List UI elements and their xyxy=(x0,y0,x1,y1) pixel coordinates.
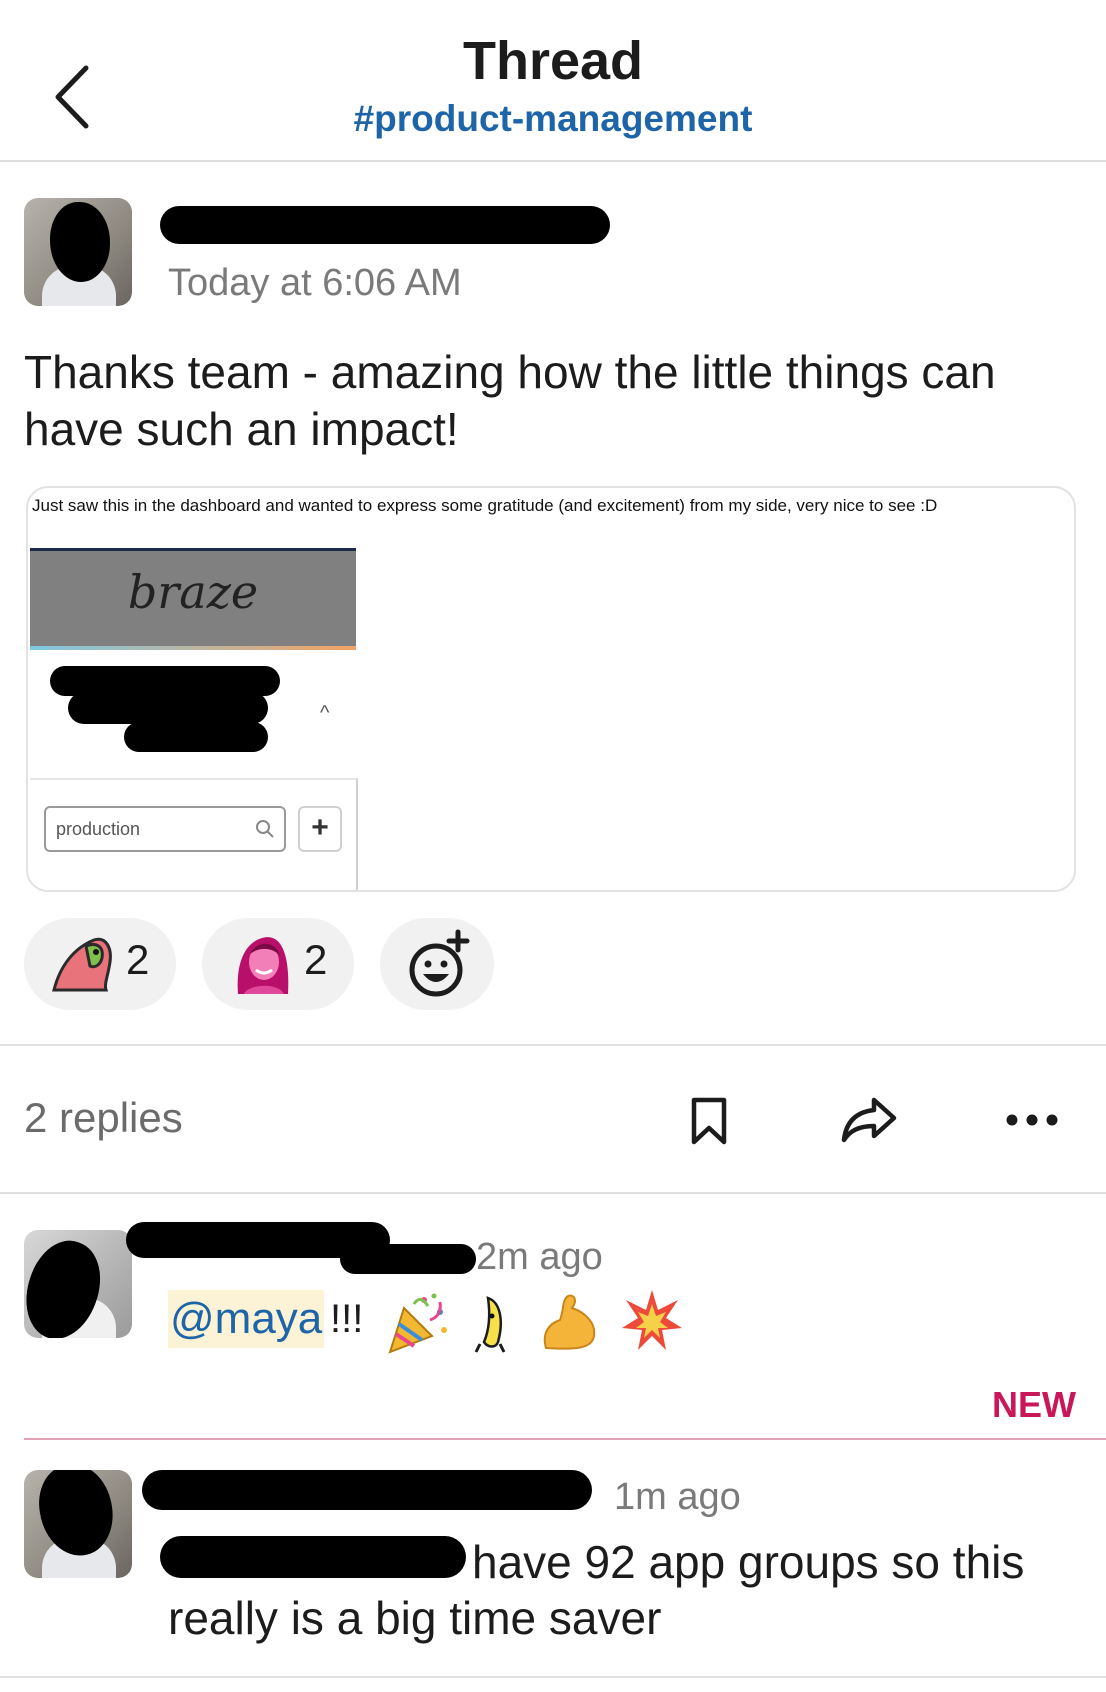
redaction-mark xyxy=(68,692,268,724)
reply-timestamp[interactable]: 1m ago xyxy=(614,1476,741,1519)
new-messages-label: NEW xyxy=(992,1384,1076,1425)
message-text: Thanks team - amazing how the little thi… xyxy=(24,346,996,455)
redacted-author-name xyxy=(142,1470,592,1510)
collision-emoji xyxy=(620,1288,684,1357)
add-button: + xyxy=(298,806,342,852)
chevron-up-icon: ^ xyxy=(320,702,330,724)
braze-logo: braze xyxy=(127,565,259,619)
replies-count: 2 replies xyxy=(24,1094,183,1141)
divider xyxy=(0,1676,1106,1678)
divider xyxy=(0,1044,1106,1046)
avatar[interactable] xyxy=(24,198,132,306)
reaction-person[interactable]: 2 xyxy=(202,918,354,1010)
reaction-parrot[interactable]: 2 xyxy=(24,918,176,1010)
gradient-divider xyxy=(30,646,356,650)
share-icon[interactable] xyxy=(840,1096,898,1149)
search-input: production xyxy=(44,806,286,852)
divider xyxy=(0,1192,1106,1194)
reaction-count: 2 xyxy=(126,936,150,983)
avatar[interactable] xyxy=(24,1230,132,1338)
message-timestamp[interactable]: Today at 6:06 AM xyxy=(168,262,462,305)
more-icon[interactable] xyxy=(1004,1112,1060,1133)
reply-text: !!! xyxy=(330,1297,364,1341)
reply-text-line-1: have 92 app groups so this xyxy=(472,1536,1025,1588)
new-messages-divider xyxy=(24,1438,1106,1440)
person-emoji xyxy=(230,932,294,999)
avatar[interactable] xyxy=(24,1470,132,1578)
reply-timestamp[interactable]: 2m ago xyxy=(476,1236,603,1279)
add-reaction-button[interactable] xyxy=(380,918,494,1010)
reply-text-line-2: really is a big time saver xyxy=(168,1592,662,1644)
redacted-author-name xyxy=(340,1244,476,1274)
search-icon xyxy=(254,818,276,840)
redaction-mark xyxy=(50,202,110,282)
redacted-text xyxy=(160,1536,466,1578)
user-mention[interactable]: @maya xyxy=(168,1290,325,1348)
dancing-banana-emoji xyxy=(470,1294,514,1359)
party-popper-emoji xyxy=(384,1290,450,1361)
braze-header-bar: braze xyxy=(30,548,356,646)
search-input-value: production xyxy=(56,819,141,839)
add-reaction-icon xyxy=(406,928,472,1005)
redacted-author-name xyxy=(160,206,610,244)
reaction-count: 2 xyxy=(304,936,328,983)
image-attachment[interactable]: Just saw this in the dashboard and wante… xyxy=(26,486,1076,892)
page-title: Thread xyxy=(462,31,644,91)
parrot-emoji xyxy=(50,932,114,999)
thread-header: Thread #product-management xyxy=(0,0,1106,162)
flexed-biceps-emoji xyxy=(538,1290,600,1357)
bookmark-icon[interactable] xyxy=(690,1096,728,1151)
attachment-caption: Just saw this in the dashboard and wante… xyxy=(32,496,938,515)
channel-link[interactable]: #product-management xyxy=(0,98,1106,140)
redaction-mark xyxy=(124,722,268,752)
